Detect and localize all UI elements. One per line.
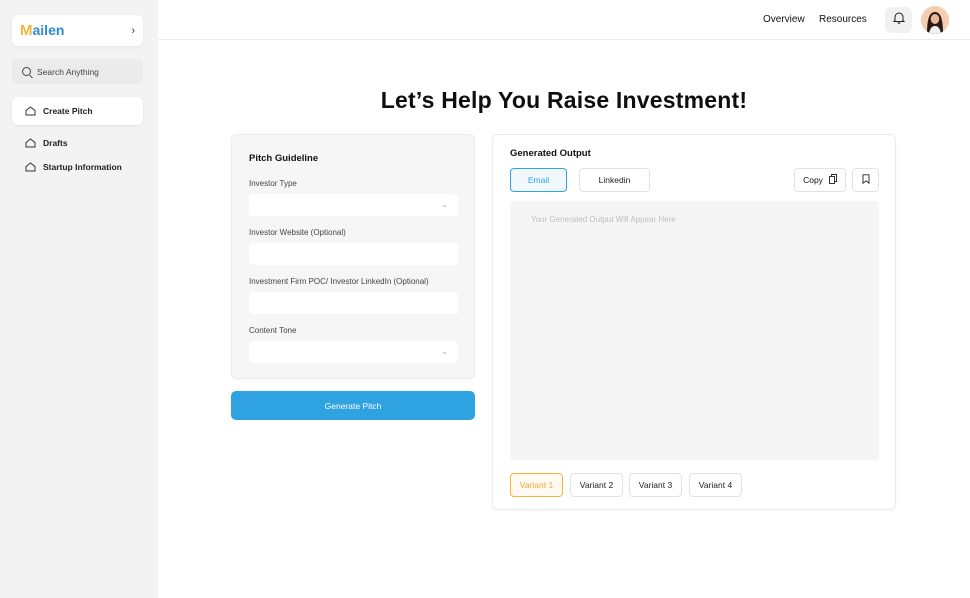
bookmark-icon xyxy=(862,171,870,189)
generated-output-area[interactable]: Your Generated Output Will Appear Here xyxy=(510,201,879,460)
variant-3-button[interactable]: Variant 3 xyxy=(629,473,682,497)
home-icon xyxy=(25,138,36,148)
content-tone-select[interactable]: ⌄ xyxy=(249,341,458,363)
copy-label: Copy xyxy=(803,175,823,185)
sidebar: Mailen › Search Anything Create Pitch Dr… xyxy=(0,0,158,598)
investor-website-label: Investor Website (Optional) xyxy=(249,228,346,237)
variant-2-button[interactable]: Variant 2 xyxy=(570,473,623,497)
sidebar-item-create-pitch[interactable]: Create Pitch xyxy=(12,97,143,125)
top-bar: Overview Resources xyxy=(158,0,970,40)
generated-output-card: Generated Output Email Linkedin Copy You… xyxy=(492,134,896,510)
nav-link-resources[interactable]: Resources xyxy=(819,14,867,25)
nav-link-overview[interactable]: Overview xyxy=(763,14,805,25)
investor-website-input[interactable] xyxy=(249,243,458,265)
tab-linkedin[interactable]: Linkedin xyxy=(579,168,650,192)
chevron-down-icon: ⌄ xyxy=(441,200,448,209)
variant-1-button[interactable]: Variant 1 xyxy=(510,473,563,497)
sidebar-item-label: Drafts xyxy=(43,138,68,148)
search-input[interactable]: Search Anything xyxy=(12,59,143,84)
investor-type-select[interactable]: ⌄ xyxy=(249,194,458,216)
sidebar-item-startup-information[interactable]: Startup Information xyxy=(12,153,143,181)
home-icon xyxy=(25,106,36,116)
sidebar-item-label: Create Pitch xyxy=(43,106,93,116)
sidebar-item-label: Startup Information xyxy=(43,162,122,172)
brand-switcher[interactable]: Mailen › xyxy=(12,15,143,46)
copy-icon xyxy=(828,174,837,186)
brand-logo-text: ailen xyxy=(32,22,65,38)
investor-type-label: Investor Type xyxy=(249,179,297,188)
investor-linkedin-label: Investment Firm POC/ Investor LinkedIn (… xyxy=(249,277,429,286)
bookmark-button[interactable] xyxy=(852,168,879,192)
investor-linkedin-input[interactable] xyxy=(249,292,458,314)
brand-logo-m: M xyxy=(20,22,33,39)
home-icon xyxy=(25,162,36,172)
chevron-right-icon[interactable]: › xyxy=(131,25,135,37)
search-icon xyxy=(22,67,31,76)
output-placeholder: Your Generated Output Will Appear Here xyxy=(531,215,676,224)
generated-output-title: Generated Output xyxy=(510,148,591,159)
generate-pitch-button[interactable]: Generate Pitch xyxy=(231,391,475,420)
page-title: Let’s Help You Raise Investment! xyxy=(380,87,748,113)
pitch-guideline-title: Pitch Guideline xyxy=(249,153,319,164)
brand-logo: Mailen xyxy=(20,22,64,39)
content-tone-label: Content Tone xyxy=(249,326,297,335)
variant-4-button[interactable]: Variant 4 xyxy=(689,473,742,497)
pitch-guideline-card: Pitch Guideline Investor Type ⌄ Investor… xyxy=(231,134,475,379)
notifications-button[interactable] xyxy=(885,7,912,33)
search-placeholder: Search Anything xyxy=(37,66,99,77)
bell-icon xyxy=(892,11,905,29)
avatar[interactable] xyxy=(921,6,949,34)
chevron-down-icon: ⌄ xyxy=(441,347,448,356)
tab-email[interactable]: Email xyxy=(510,168,567,192)
copy-button[interactable]: Copy xyxy=(794,168,846,192)
